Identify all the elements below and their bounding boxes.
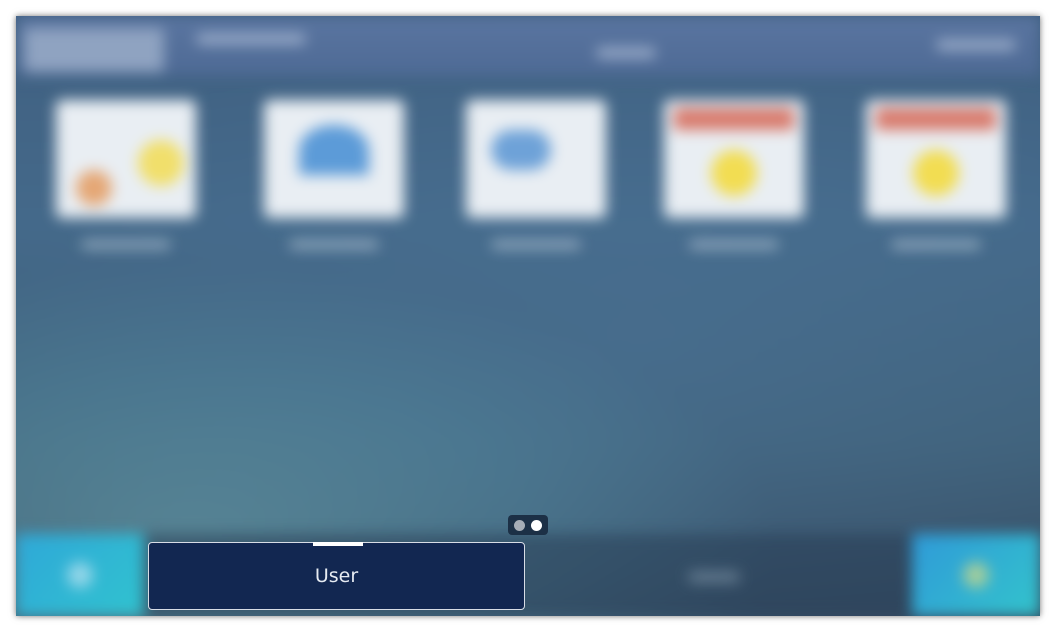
tile-graphic	[674, 108, 794, 130]
top-bar	[16, 16, 1040, 76]
top-bar-text	[196, 34, 306, 44]
tile-graphic	[138, 140, 184, 186]
page-dot[interactable]	[514, 520, 525, 531]
sun-icon	[711, 150, 757, 196]
corner-icon	[67, 562, 93, 588]
user-button-label: User	[314, 565, 359, 587]
sun-icon	[913, 150, 959, 196]
cloud-icon	[491, 130, 551, 170]
tile-graphic	[76, 170, 112, 206]
app-tile	[466, 100, 606, 218]
tile-label	[891, 240, 981, 249]
bottom-bar-text	[688, 572, 740, 582]
selected-indicator	[313, 542, 363, 546]
tile-label	[81, 240, 171, 249]
tile-label	[289, 240, 379, 249]
user-button[interactable]: User	[148, 542, 525, 610]
app-tile	[264, 100, 404, 218]
corner-button-left	[16, 534, 144, 616]
brand-logo	[24, 28, 164, 72]
app-tile	[56, 100, 196, 218]
page-indicator[interactable]	[508, 515, 548, 535]
top-bar-text	[596, 48, 656, 58]
device-screen: User	[16, 16, 1040, 616]
tile-graphic	[876, 108, 996, 130]
page-dot-active[interactable]	[531, 520, 542, 531]
wifi-icon	[299, 125, 369, 175]
tile-label	[689, 240, 779, 249]
app-tile	[866, 100, 1006, 218]
corner-button-right	[912, 534, 1040, 616]
app-tile	[664, 100, 804, 218]
tile-label	[491, 240, 581, 249]
top-bar-text	[936, 40, 1016, 50]
corner-icon	[963, 562, 989, 588]
